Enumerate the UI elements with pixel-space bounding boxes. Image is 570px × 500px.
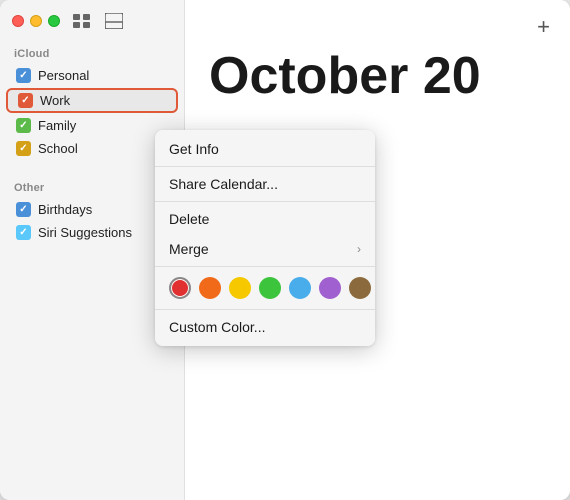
maximize-button[interactable] (48, 15, 60, 27)
school-checkbox[interactable]: ✓ (16, 141, 31, 156)
app-window: iCloud ✓ Personal ✓ Work ✓ Family ✓ Scho… (0, 0, 570, 500)
separator-2 (155, 201, 375, 202)
toolbar-icons (70, 12, 126, 30)
siri-label: Siri Suggestions (38, 225, 132, 240)
school-label: School (38, 141, 78, 156)
work-checkmark: ✓ (21, 95, 29, 106)
personal-label: Personal (38, 68, 89, 83)
siri-checkmark: ✓ (19, 227, 27, 238)
custom-color-label: Custom Color... (169, 319, 265, 335)
titlebar (0, 0, 184, 38)
school-checkmark: ✓ (19, 143, 27, 154)
personal-checkmark: ✓ (19, 70, 27, 81)
birthdays-checkmark: ✓ (19, 204, 27, 215)
work-checkbox[interactable]: ✓ (18, 93, 33, 108)
color-option-green[interactable] (259, 277, 281, 299)
menu-item-merge[interactable]: Merge › (155, 234, 375, 264)
color-option-yellow[interactable] (229, 277, 251, 299)
color-option-orange[interactable] (199, 277, 221, 299)
share-calendar-label: Share Calendar... (169, 176, 278, 192)
close-button[interactable] (12, 15, 24, 27)
grid-view-icon[interactable] (70, 12, 94, 30)
work-label: Work (40, 93, 70, 108)
merge-arrow-icon: › (357, 242, 361, 256)
menu-item-delete[interactable]: Delete (155, 204, 375, 234)
sidebar-item-personal[interactable]: ✓ Personal (6, 65, 178, 86)
sidebar-item-siri[interactable]: ✓ Siri Suggestions (6, 222, 178, 243)
separator-4 (155, 309, 375, 310)
merge-label: Merge (169, 241, 209, 257)
delete-label: Delete (169, 211, 209, 227)
siri-checkbox[interactable]: ✓ (16, 225, 31, 240)
personal-checkbox[interactable]: ✓ (16, 68, 31, 83)
add-event-button[interactable]: + (537, 14, 550, 40)
color-option-blue[interactable] (289, 277, 311, 299)
get-info-label: Get Info (169, 141, 219, 157)
sidebar-item-birthdays[interactable]: ✓ Birthdays (6, 199, 178, 220)
context-menu: Get Info Share Calendar... Delete Merge … (155, 130, 375, 346)
menu-item-get-info[interactable]: Get Info (155, 134, 375, 164)
inbox-icon[interactable] (102, 12, 126, 30)
color-option-brown[interactable] (349, 277, 371, 299)
icloud-header: iCloud (0, 38, 184, 64)
month-title: October 20 (209, 50, 546, 102)
color-option-purple[interactable] (319, 277, 341, 299)
menu-item-custom-color[interactable]: Custom Color... (155, 312, 375, 342)
family-checkmark: ✓ (19, 120, 27, 131)
birthdays-label: Birthdays (38, 202, 92, 217)
color-option-red[interactable] (169, 277, 191, 299)
sidebar-item-family[interactable]: ✓ Family (6, 115, 178, 136)
minimize-button[interactable] (30, 15, 42, 27)
menu-item-share-calendar[interactable]: Share Calendar... (155, 169, 375, 199)
sidebar-item-school[interactable]: ✓ School (6, 138, 178, 159)
sidebar-item-work[interactable]: ✓ Work (6, 88, 178, 113)
separator-3 (155, 266, 375, 267)
birthdays-checkbox[interactable]: ✓ (16, 202, 31, 217)
color-picker-row (155, 269, 375, 307)
family-label: Family (38, 118, 76, 133)
family-checkbox[interactable]: ✓ (16, 118, 31, 133)
separator-1 (155, 166, 375, 167)
